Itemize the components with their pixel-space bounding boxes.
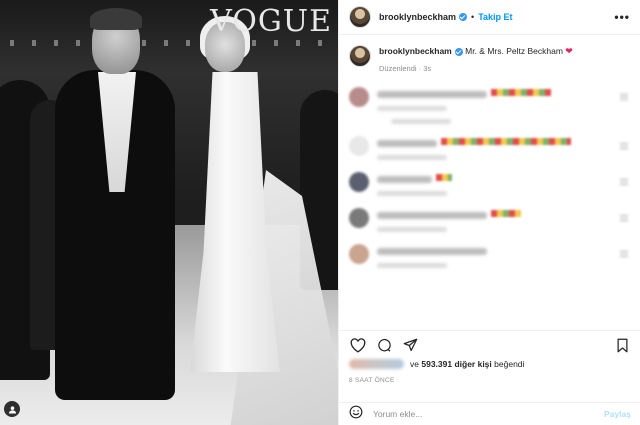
comment-like-icon[interactable] (620, 250, 628, 258)
blurred-emojis (441, 138, 571, 145)
comment-body (377, 87, 630, 124)
vogue-watermark: VOGUE (210, 4, 332, 39)
likes-summary: ve 593.391 diğer kişi beğendi (349, 359, 631, 369)
comment-item (349, 87, 630, 124)
comment-input[interactable] (373, 409, 605, 419)
blurred-comment-text (377, 140, 437, 147)
blurred-emojis (491, 89, 551, 96)
post-timestamp[interactable]: 8 SAAT ÖNCE (349, 377, 631, 384)
verified-badge-icon (454, 47, 463, 56)
comment-like-icon[interactable] (620, 214, 628, 222)
caption-author-avatar[interactable] (349, 45, 371, 67)
blurred-comment-text (377, 212, 487, 219)
comment-item (349, 136, 630, 160)
smiley-icon[interactable] (349, 405, 363, 424)
user-tag-icon[interactable] (4, 401, 20, 417)
verified-badge-icon (459, 13, 468, 21)
commenter-avatar[interactable] (349, 87, 369, 107)
comments-list[interactable]: brooklynbeckham Mr. & Mrs. Peltz Beckham… (339, 35, 640, 325)
blurred-comment-meta (377, 263, 447, 268)
blurred-comment-text (377, 91, 487, 98)
comment-body (377, 136, 630, 160)
likes-count-link[interactable]: 593.391 diğer kişi (421, 359, 491, 369)
commenter-avatar[interactable] (349, 244, 369, 264)
blurred-comment-meta (377, 155, 447, 160)
blurred-comment-text (377, 248, 487, 255)
red-heart-icon: ❤ (565, 46, 573, 56)
commenter-avatar[interactable] (349, 172, 369, 192)
comment-like-icon[interactable] (620, 178, 628, 186)
comment-item (349, 208, 630, 232)
add-comment-bar: Paylaş (339, 402, 640, 425)
caption-text: Mr. & Mrs. Peltz Beckham (465, 46, 563, 56)
caption-username[interactable]: brooklynbeckham (379, 46, 452, 56)
comment-item (349, 244, 630, 268)
post-photo[interactable]: VOGUE (0, 0, 338, 425)
blurred-comment-meta (377, 227, 447, 232)
blurred-comment-text (377, 176, 432, 183)
bookmark-icon[interactable] (613, 336, 631, 354)
likes-prefix: ve (410, 359, 419, 369)
comment-bubble-icon[interactable] (375, 336, 393, 354)
likes-text: ve 593.391 diğer kişi beğendi (410, 359, 524, 369)
heart-outline-icon[interactable] (349, 336, 367, 354)
author-avatar[interactable] (349, 6, 371, 28)
follow-button[interactable]: Takip Et (478, 12, 512, 22)
likes-suffix: beğendi (494, 359, 525, 369)
liker-avatars[interactable] (349, 359, 404, 369)
header-separator: • (471, 12, 475, 22)
instagram-post-view: VOGUE brooklynbeckham • Takip Et ••• bro… (0, 0, 640, 425)
post-caption: brooklynbeckham Mr. & Mrs. Peltz Beckham… (349, 45, 630, 75)
post-actions: ve 593.391 diğer kişi beğendi 8 SAAT ÖNC… (339, 330, 640, 384)
post-header: brooklynbeckham • Takip Et ••• (339, 0, 640, 35)
blurred-comment-meta (377, 106, 447, 111)
paper-plane-icon[interactable] (401, 336, 419, 354)
comment-body (377, 244, 630, 268)
post-side-panel: brooklynbeckham • Takip Et ••• brooklynb… (338, 0, 640, 425)
commenter-avatar[interactable] (349, 136, 369, 156)
author-username[interactable]: brooklynbeckham (379, 12, 456, 22)
comment-like-icon[interactable] (620, 93, 628, 101)
blurred-emojis (491, 210, 521, 217)
blurred-emojis (436, 174, 452, 181)
comment-item (349, 172, 630, 196)
post-comment-button[interactable]: Paylaş (604, 409, 631, 419)
comment-body (377, 172, 630, 196)
comment-body (377, 208, 630, 232)
caption-edited-label: Düzenlendi · 3s (379, 64, 432, 73)
more-options-icon[interactable]: ••• (614, 10, 630, 24)
caption-body: brooklynbeckham Mr. & Mrs. Peltz Beckham… (379, 45, 573, 75)
comment-like-icon[interactable] (620, 142, 628, 150)
groom-hair (90, 8, 142, 30)
action-bar (349, 331, 631, 359)
commenter-avatar[interactable] (349, 208, 369, 228)
blurred-comment-meta (377, 191, 447, 196)
ceiling-lights (10, 40, 330, 46)
blurred-view-replies[interactable] (391, 119, 451, 124)
